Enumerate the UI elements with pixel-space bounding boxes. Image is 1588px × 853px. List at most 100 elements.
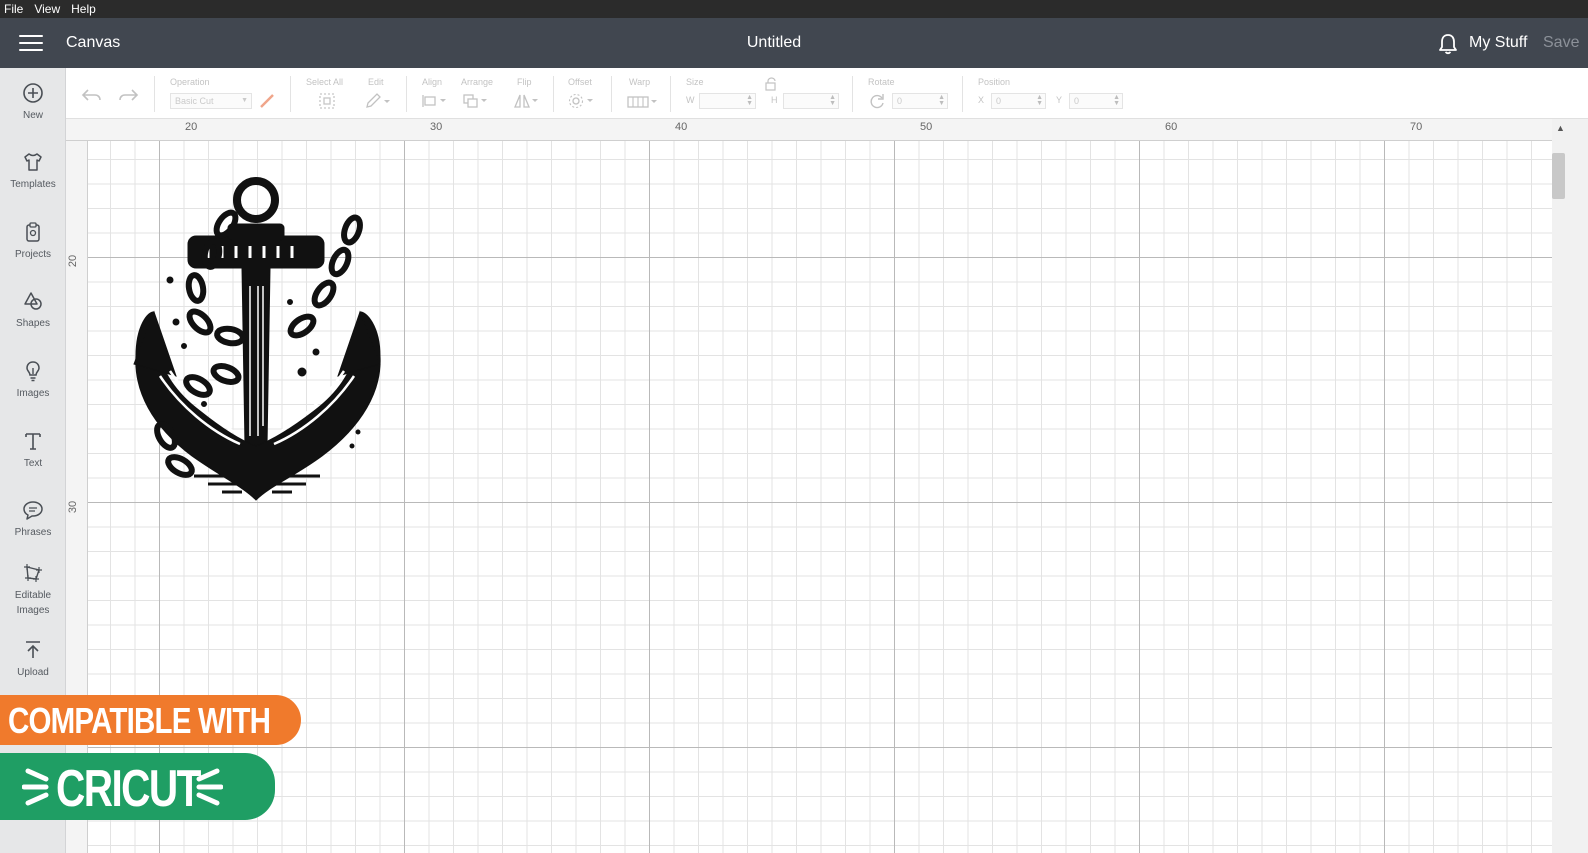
sidebar-item-templates[interactable]: Templates	[0, 151, 66, 192]
toolbar-divider	[154, 76, 155, 112]
vertical-scrollbar[interactable]: ▲	[1552, 119, 1588, 853]
sidebar-item-editable-images[interactable]: Editable Images	[0, 562, 66, 618]
redo-icon[interactable]	[117, 86, 139, 104]
chevron-down-icon: ▼	[241, 97, 248, 104]
position-x-value: 0	[996, 96, 1002, 106]
operation-select[interactable]: Basic Cut ▼	[170, 93, 252, 109]
toolbar-divider	[962, 76, 963, 112]
sidebar-item-label: New	[22, 110, 43, 121]
shapes-icon	[24, 292, 42, 310]
menu-view[interactable]: View	[34, 2, 60, 16]
shirt-icon	[24, 153, 42, 171]
position-y-label: Y	[1056, 95, 1063, 105]
menu-help[interactable]: Help	[71, 2, 96, 16]
position-label: Position	[978, 77, 1011, 87]
sidebar-item-label: Phrases	[14, 527, 52, 538]
arrange-label: Arrange	[461, 77, 494, 87]
toolbar-divider	[553, 76, 554, 112]
ruler-tick-label: 60	[1165, 121, 1178, 133]
document-title[interactable]: Untitled	[0, 34, 1548, 52]
position-y-value: 0	[1074, 96, 1080, 106]
compatible-badge: COMPATIBLE WITH	[0, 695, 301, 745]
rotate-value: 0	[897, 96, 903, 106]
flip-label: Flip	[517, 77, 532, 87]
scroll-up-arrow-icon[interactable]: ▲	[1556, 123, 1565, 133]
app-window: File View Help Canvas Untitled My Stuff …	[0, 0, 1588, 853]
toolbar-divider	[290, 76, 291, 112]
cricut-text: CRICUT	[56, 760, 201, 818]
arrange-icon[interactable]	[462, 93, 490, 109]
sidebar-item-label: Templates	[10, 179, 56, 190]
ruler-tick-label: 40	[675, 121, 688, 133]
my-stuff-link[interactable]: My Stuff	[1469, 34, 1527, 52]
sidebar-item-images[interactable]: Images	[0, 360, 66, 401]
save-button[interactable]: Save	[1543, 34, 1579, 52]
select-all-icon[interactable]	[318, 92, 336, 110]
position-y-input[interactable]: 0 ▲ ▼	[1069, 93, 1123, 109]
sidebar-item-new[interactable]: New	[0, 82, 66, 123]
left-burst-icon	[22, 768, 49, 806]
sidebar-item-label: Upload	[17, 667, 49, 678]
menu-file[interactable]: File	[4, 2, 23, 16]
warp-icon[interactable]	[626, 94, 660, 110]
right-burst-icon	[196, 768, 223, 806]
lock-icon[interactable]	[764, 77, 778, 91]
edit-pencil-icon[interactable]	[364, 92, 392, 110]
width-input[interactable]: ▲ ▼	[699, 93, 756, 109]
width-label: W	[686, 95, 695, 105]
toolbar-divider	[406, 76, 407, 112]
rotate-icon[interactable]	[868, 93, 886, 109]
offset-icon[interactable]	[568, 93, 596, 109]
sidebar-item-label: Images	[16, 388, 50, 399]
editable-image-icon	[24, 564, 42, 582]
scrollbar-thumb[interactable]	[1552, 153, 1565, 199]
edit-toolbar: Operation Basic Cut ▼ Select All Edit Al…	[66, 68, 1588, 119]
ruler-tick-label: 30	[430, 121, 443, 133]
sidebar-item-projects[interactable]: Projects	[0, 221, 66, 262]
flip-icon[interactable]	[513, 93, 541, 109]
pen-color-icon[interactable]	[258, 92, 276, 110]
align-label: Align	[422, 77, 443, 87]
sidebar-item-label: Projects	[14, 249, 52, 260]
sidebar-item-shapes[interactable]: Shapes	[0, 290, 66, 331]
lightbulb-icon	[26, 361, 40, 382]
ruler-tick-label: 50	[920, 121, 933, 133]
upload-icon	[26, 641, 40, 658]
bell-icon[interactable]	[1437, 32, 1459, 56]
speech-bubble-icon	[23, 501, 43, 520]
align-icon[interactable]	[421, 93, 449, 109]
select-all-label: Select All	[306, 77, 344, 87]
sidebar-item-phrases[interactable]: Phrases	[0, 499, 66, 540]
offset-label: Offset	[568, 77, 592, 87]
sidebar-item-upload[interactable]: Upload	[0, 639, 66, 680]
toolbar-divider	[852, 76, 853, 112]
operation-label: Operation	[170, 77, 210, 87]
rotate-input[interactable]: 0 ▲ ▼	[892, 93, 948, 109]
undo-icon[interactable]	[81, 86, 103, 104]
height-input[interactable]: ▲ ▼	[783, 93, 839, 109]
sidebar-item-label: Images	[16, 605, 50, 616]
ruler-tick-label: 70	[1410, 121, 1423, 133]
position-x-input[interactable]: 0 ▲ ▼	[991, 93, 1046, 109]
anchor-design-image[interactable]	[130, 176, 384, 504]
sidebar-item-label: Text	[23, 458, 43, 469]
warp-label: Warp	[629, 77, 651, 87]
height-label: H	[771, 95, 778, 105]
operation-value: Basic Cut	[175, 96, 214, 106]
size-label: Size	[686, 77, 704, 87]
edit-label: Edit	[368, 77, 384, 87]
text-icon	[25, 433, 41, 450]
ruler-tick-label: 20	[185, 121, 198, 133]
cricut-badge: CRICUT	[0, 753, 275, 820]
compatible-text: COMPATIBLE WITH	[8, 700, 271, 741]
position-x-label: X	[978, 95, 985, 105]
ruler-tick-label: 20	[67, 254, 80, 268]
menu-bar: File View Help	[0, 0, 1588, 18]
plus-circle-icon	[23, 83, 43, 103]
toolbar-divider	[670, 76, 671, 112]
sidebar-item-text[interactable]: Text	[0, 430, 66, 471]
ruler-tick-label: 30	[67, 500, 80, 514]
sidebar-item-label: Shapes	[16, 318, 50, 329]
clipboard-icon	[26, 222, 40, 242]
toolbar-divider	[611, 76, 612, 112]
